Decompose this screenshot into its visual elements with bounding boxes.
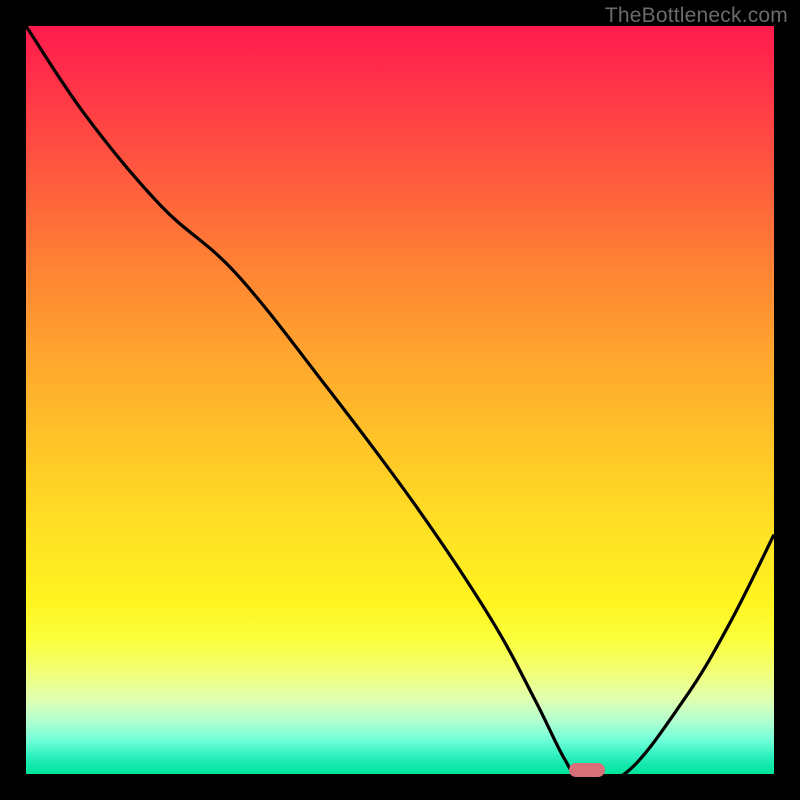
bottleneck-curve [26,26,774,774]
watermark-text: TheBottleneck.com [605,4,788,28]
chart-plot-area [26,26,774,774]
optimal-marker [569,763,605,777]
